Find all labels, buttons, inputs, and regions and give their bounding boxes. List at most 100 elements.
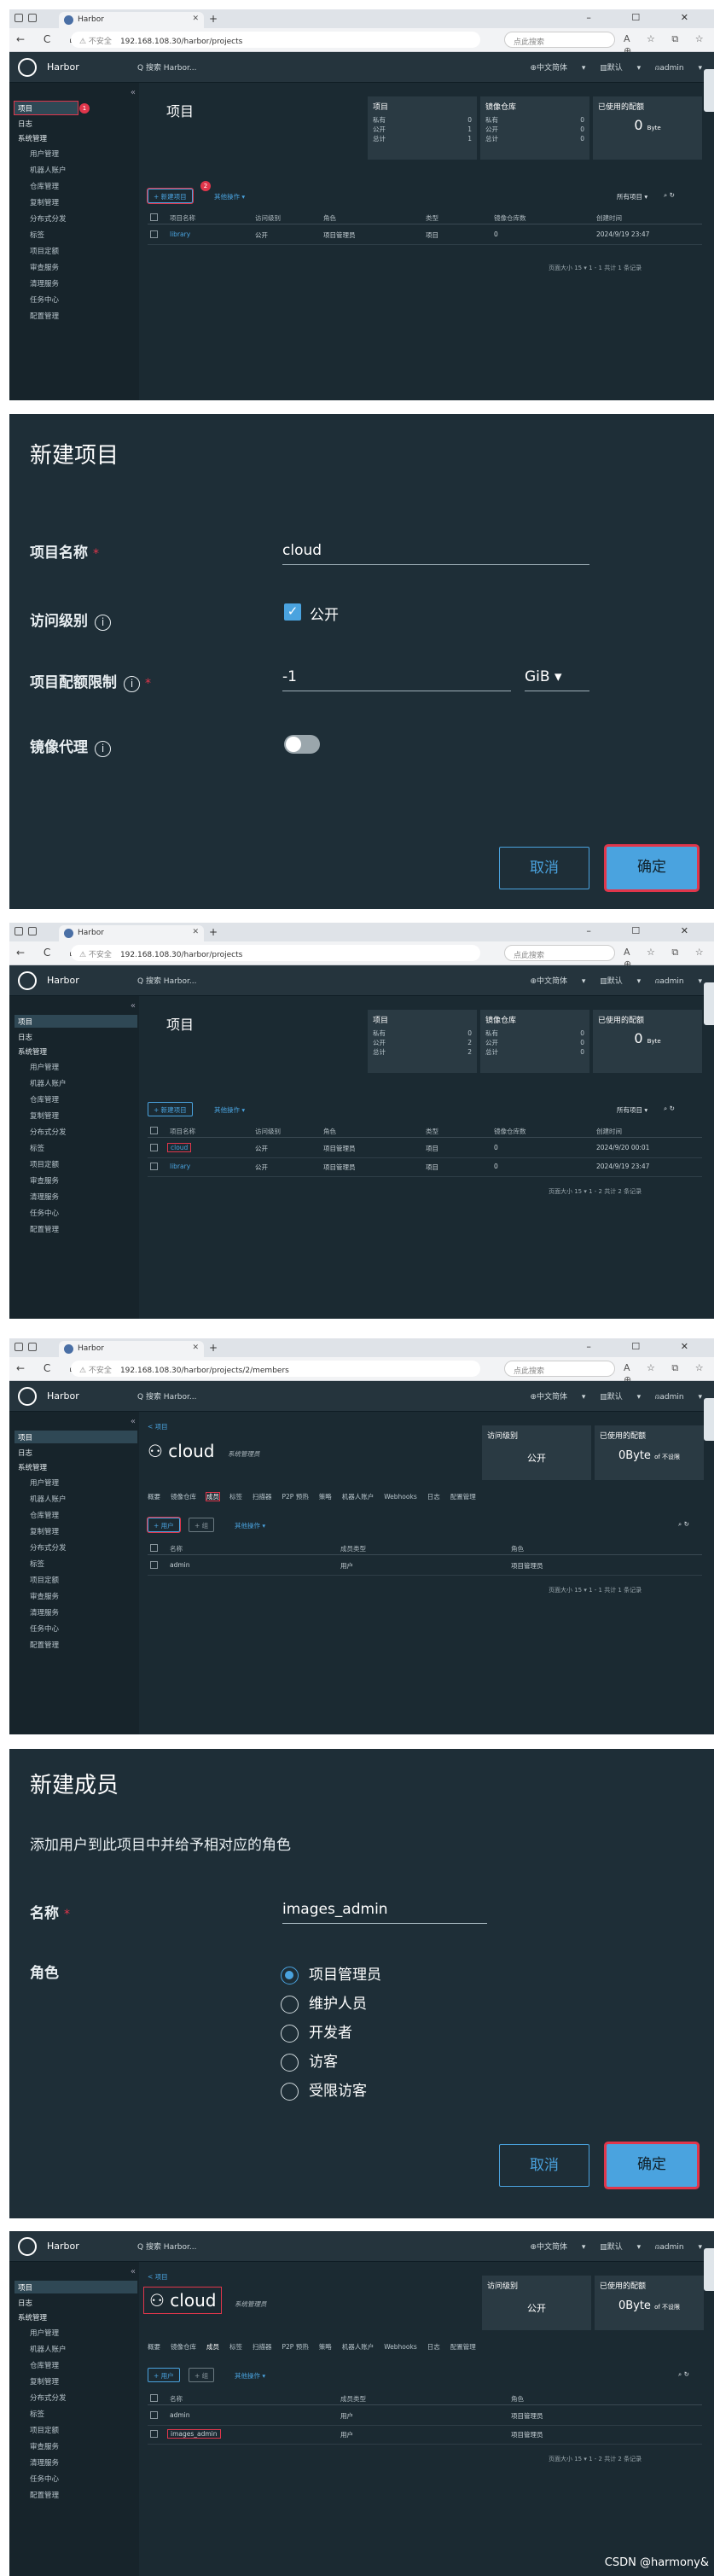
sidebar-item-projects[interactable]: 项目 [15, 1431, 137, 1443]
public-checkbox[interactable]: ✓ [284, 603, 301, 621]
header-menus[interactable]: ⊕中文简体 ▾ ▥默认 ▾ ⍝admin ▾ [530, 975, 702, 986]
back-link[interactable]: < 项目 [148, 2272, 168, 2282]
more-actions[interactable]: 其他操作 ▾ [235, 2371, 265, 2381]
info-icon[interactable]: i [95, 615, 111, 631]
sidebar-item-quotas[interactable]: 项目定额 [26, 1573, 149, 1586]
profile-icon[interactable] [15, 14, 23, 22]
project-name-input[interactable]: cloud [282, 542, 589, 565]
sidebar-item-admin[interactable]: 系统管理 [15, 1460, 137, 1473]
table-row[interactable]: cloud 公开 项目管理员 项目 0 2024/9/20 00:01 [148, 1139, 702, 1158]
sidebar-item-robots[interactable]: 机器人账户 [26, 2342, 149, 2355]
window-controls[interactable]: – ☐ ✕ [586, 12, 707, 23]
more-actions[interactable]: 其他操作 ▾ [235, 1521, 265, 1530]
project-filter[interactable]: 所有项目 ▾ [617, 1105, 647, 1115]
sidebar-item-gc[interactable]: 清理服务 [26, 2456, 149, 2468]
sidebar-item-projects[interactable]: 项目 [15, 2281, 137, 2293]
sidebar-item-users[interactable]: 用户管理 [26, 1476, 149, 1489]
cancel-button[interactable]: 取消 [499, 847, 589, 889]
harbor-logo-icon[interactable] [18, 58, 37, 77]
table-row[interactable]: admin 用户 项目管理员 [148, 2407, 702, 2426]
pagination[interactable]: 页面大小 15 ▾ 1 - 1 共计 1 条记录 [549, 1586, 642, 1594]
sidebar-item-replication[interactable]: 复制管理 [26, 2375, 149, 2387]
event-log-tab[interactable] [704, 2248, 714, 2291]
sidebar-item-jobs[interactable]: 任务中心 [26, 293, 149, 306]
sidebar-item-registries[interactable]: 仓库管理 [26, 1508, 149, 1521]
tab-summary[interactable]: 概要 [148, 2343, 160, 2351]
col-header[interactable]: 成员类型 [340, 1544, 366, 1553]
radio[interactable] [281, 2082, 299, 2101]
cancel-button[interactable]: 取消 [499, 2144, 589, 2187]
sidebar-item-distribution[interactable]: 分布式分发 [26, 1541, 149, 1553]
col-header[interactable]: 名称 [170, 2394, 183, 2404]
sidebar-item-registries[interactable]: 仓库管理 [26, 179, 149, 192]
tab-policy[interactable]: 策略 [319, 1493, 332, 1501]
header-menus[interactable]: ⊕中文简体 ▾ ▥默认 ▾ ⍝admin ▾ [530, 2241, 702, 2252]
sidebar-item-distribution[interactable]: 分布式分发 [26, 1125, 149, 1138]
row-checkbox[interactable] [150, 230, 158, 238]
sidebar-item-distribution[interactable]: 分布式分发 [26, 212, 149, 224]
col-header[interactable]: 创建时间 [596, 213, 622, 223]
col-header[interactable]: 镜像仓库数 [494, 1127, 526, 1136]
sidebar-item-config[interactable]: 配置管理 [26, 1638, 149, 1651]
sidebar-item-logs[interactable]: 日志 [15, 117, 137, 130]
tab-members[interactable]: 成员 [206, 1492, 220, 1501]
sidebar-item-scanners[interactable]: 审查服务 [26, 2439, 149, 2452]
add-group-button[interactable]: + 组 [189, 1518, 215, 1532]
confirm-button[interactable]: 确定 [607, 847, 697, 889]
browser-tab[interactable]: Harbor ✕ [59, 12, 204, 28]
sidebar-item-config[interactable]: 配置管理 [26, 2488, 149, 2501]
sidebar-item-labels[interactable]: 标签 [26, 228, 149, 241]
close-tab-icon[interactable]: ✕ [192, 15, 199, 23]
tab-actions-icon[interactable] [28, 927, 37, 935]
global-search[interactable]: Q 搜索 Harbor... [137, 1390, 196, 1402]
harbor-logo-icon[interactable] [18, 2237, 37, 2256]
profile-icon[interactable] [15, 1343, 23, 1351]
col-header[interactable]: 角色 [323, 213, 336, 223]
info-icon[interactable]: i [95, 741, 111, 757]
sidebar-item-distribution[interactable]: 分布式分发 [26, 2391, 149, 2404]
sidebar-item-jobs[interactable]: 任务中心 [26, 1622, 149, 1635]
search-icon[interactable]: ⌕ ↻ [664, 191, 675, 200]
sidebar-item-users[interactable]: 用户管理 [26, 2326, 149, 2339]
quota-input[interactable]: -1 [282, 668, 511, 691]
sidebar-item-gc[interactable]: 清理服务 [26, 1190, 149, 1203]
sidebar-item-jobs[interactable]: 任务中心 [26, 2472, 149, 2485]
project-link[interactable]: cloud [166, 1143, 192, 1152]
row-checkbox[interactable] [150, 2411, 158, 2419]
project-link[interactable]: library [170, 1163, 190, 1170]
table-row[interactable]: library 公开 项目管理员 项目 0 2024/9/19 23:47 [148, 1158, 702, 1177]
proxy-toggle[interactable] [284, 735, 320, 754]
collapse-icon[interactable]: « [131, 2267, 136, 2276]
tab-logs[interactable]: 日志 [427, 1493, 440, 1501]
col-header[interactable]: 名称 [170, 1544, 183, 1553]
sidebar-item-replication[interactable]: 复制管理 [26, 1524, 149, 1537]
url-field[interactable]: ⚠ 不安全 192.168.108.30/harbor/projects/2/me… [71, 1361, 480, 1377]
sidebar-item-quotas[interactable]: 项目定额 [26, 1157, 149, 1170]
window-controls[interactable]: – ☐ ✕ [586, 925, 707, 936]
sidebar-item-scanners[interactable]: 审查服务 [26, 1589, 149, 1602]
more-actions[interactable]: 其他操作 ▾ [214, 1105, 245, 1115]
sidebar-item-admin[interactable]: 系统管理 [15, 2311, 137, 2323]
tab-robots[interactable]: 机器人账户 [342, 2343, 375, 2351]
table-row[interactable]: admin 用户 项目管理员 [148, 1557, 702, 1576]
project-link[interactable]: library [170, 230, 190, 238]
sidebar-item-projects[interactable]: 项目 [15, 1015, 137, 1028]
sidebar-item-logs[interactable]: 日志 [15, 1446, 137, 1459]
sidebar-item-logs[interactable]: 日志 [15, 2296, 137, 2309]
sidebar-item-labels[interactable]: 标签 [26, 1557, 149, 1570]
tab-logs[interactable]: 日志 [427, 2343, 440, 2351]
sidebar-item-labels[interactable]: 标签 [26, 2407, 149, 2420]
sidebar-item-admin[interactable]: 系统管理 [15, 131, 137, 144]
sidebar-item-logs[interactable]: 日志 [15, 1030, 137, 1043]
url-field[interactable]: ⚠ 不安全 192.168.108.30/harbor/projects [71, 32, 480, 48]
quota-unit-select[interactable]: GiB ▾ [525, 668, 589, 691]
global-search[interactable]: Q 搜索 Harbor... [137, 61, 196, 73]
add-user-button[interactable]: + 用户 [147, 1517, 181, 1533]
sidebar-item-config[interactable]: 配置管理 [26, 309, 149, 322]
tab-config[interactable]: 配置管理 [450, 2343, 476, 2351]
sidebar-item-scanners[interactable]: 审查服务 [26, 1174, 149, 1186]
sidebar-item-config[interactable]: 配置管理 [26, 1222, 149, 1235]
search-icon[interactable]: ⌕ ↻ [678, 1520, 689, 1529]
col-header[interactable]: 访问级别 [255, 1127, 281, 1136]
browser-search[interactable]: 点此搜索 [504, 32, 615, 48]
